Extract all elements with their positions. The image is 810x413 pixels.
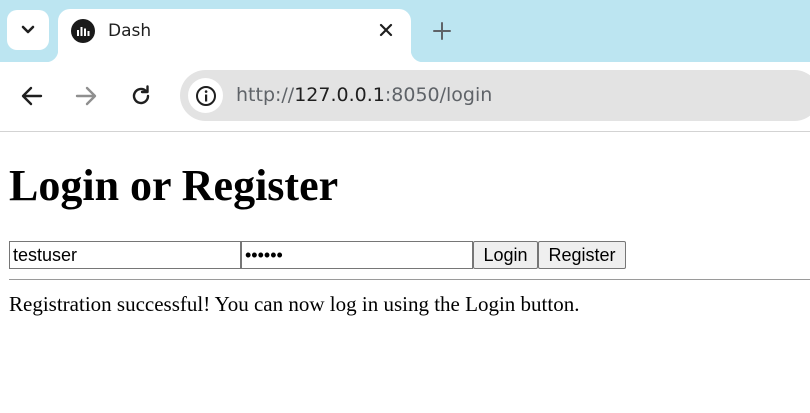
back-button[interactable] xyxy=(18,82,46,110)
reload-icon xyxy=(132,85,150,105)
url-path: :8050/login xyxy=(384,84,493,106)
tab-strip: Dash xyxy=(0,0,810,62)
status-message: Registration successful! You can now log… xyxy=(9,292,580,316)
plus-icon xyxy=(433,22,451,40)
page-title: Login or Register xyxy=(9,161,339,210)
username-input[interactable] xyxy=(9,241,241,269)
url-text[interactable]: http://127.0.0.1:8050/login xyxy=(236,84,492,106)
forward-button[interactable] xyxy=(72,82,100,110)
chevron-down-icon xyxy=(21,25,35,34)
site-info-button[interactable] xyxy=(188,78,223,113)
close-tab-button[interactable] xyxy=(376,20,396,40)
url-scheme: http:// xyxy=(236,84,295,106)
active-tab[interactable]: Dash xyxy=(46,9,423,62)
reload-button[interactable] xyxy=(127,82,155,110)
browser-toolbar: http://127.0.0.1:8050/login xyxy=(0,62,810,132)
divider xyxy=(9,279,810,280)
password-input[interactable] xyxy=(241,241,473,269)
new-tab-button[interactable] xyxy=(429,18,455,44)
tab-title: Dash xyxy=(108,21,152,41)
back-arrow-icon xyxy=(21,86,43,106)
url-host: 127.0.0.1 xyxy=(294,84,385,106)
tab-search-button[interactable] xyxy=(7,10,49,50)
forward-arrow-icon xyxy=(75,86,97,106)
info-icon xyxy=(195,85,216,106)
address-bar[interactable]: http://127.0.0.1:8050/login xyxy=(180,70,810,121)
login-form: Login Register xyxy=(9,241,626,269)
page-content: Login or Register Login Register Registr… xyxy=(0,132,810,413)
login-button[interactable]: Login xyxy=(473,241,538,269)
close-icon xyxy=(379,23,393,37)
register-button[interactable]: Register xyxy=(538,241,626,269)
dash-logo-icon xyxy=(71,19,95,43)
